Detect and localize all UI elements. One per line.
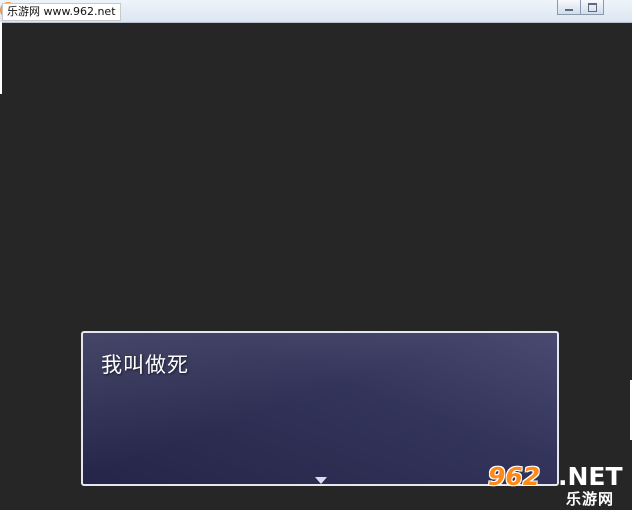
minimize-button[interactable]: [557, 0, 581, 15]
dialogue-text: 我叫做死: [101, 353, 189, 377]
logo-suffix: .NET: [558, 462, 623, 491]
logo-subtitle: 乐游网: [566, 490, 615, 508]
window-edge-left: [0, 22, 2, 94]
continue-arrow-icon[interactable]: [315, 477, 327, 484]
minimize-icon: [565, 8, 573, 11]
maximize-icon: [587, 2, 597, 12]
site-watermark: 乐游网 www.962.net: [2, 3, 121, 21]
title-bar: 乐游网 www.962.net: [0, 0, 632, 23]
logo-watermark: 962 .NET 乐游网: [488, 462, 628, 508]
window-controls: [557, 0, 604, 15]
game-window: 乐游网 www.962.net 我叫做死 962 .NET 乐游网: [0, 0, 632, 510]
logo-number: 962: [488, 462, 541, 491]
maximize-button[interactable]: [580, 0, 604, 15]
